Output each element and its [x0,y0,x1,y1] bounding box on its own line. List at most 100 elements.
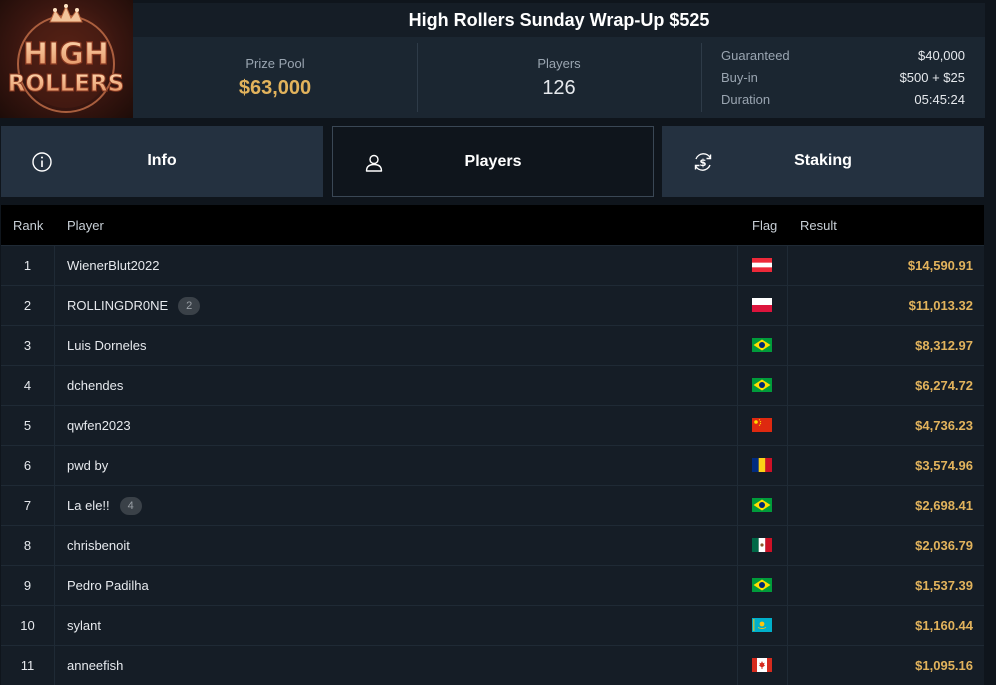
cell-divider [737,406,738,445]
player-cell[interactable]: ROLLINGDR0NE 2 [67,286,201,325]
player-name[interactable]: ROLLINGDR0NE [67,286,168,325]
cell-divider [54,366,55,405]
logo-text-rollers: ROLLERS [8,71,125,97]
col-rank-header[interactable]: Rank [13,218,43,233]
romania-flag-icon [752,458,772,472]
cell-divider [787,246,788,285]
player-cell[interactable]: Luis Dorneles [67,326,147,365]
tab-players[interactable]: Players [332,126,654,197]
tournament-header: HIGH ROLLERS High Rollers Sunday Wrap-Up… [0,0,996,118]
result-cell: $1,095.16 [915,658,973,673]
col-result-header[interactable]: Result [800,218,837,233]
cell-divider [737,606,738,645]
player-cell[interactable]: chrisbenoit [67,526,130,565]
buyin-row: Buy-in $500 + $25 [721,70,965,92]
buyin-value: $500 + $25 [899,70,965,85]
cell-divider [737,646,738,685]
result-cell: $6,274.72 [915,378,973,393]
player-name[interactable]: dchendes [67,366,123,405]
rank-cell: 10 [20,618,35,633]
brazil-flag-icon [752,338,772,352]
table-row[interactable]: 11 anneefish $1,095.16 [1,645,984,685]
cell-divider [54,406,55,445]
tab-info-label: Info [147,152,177,169]
player-cell[interactable]: WienerBlut2022 [67,246,160,285]
player-name[interactable]: Luis Dorneles [67,326,147,365]
result-cell: $2,036.79 [915,538,973,553]
cell-divider [54,486,55,525]
player-cell[interactable]: Pedro Padilha [67,566,149,605]
high-rollers-logo: HIGH ROLLERS [0,0,133,118]
cell-divider [54,326,55,365]
austria-flag-icon [752,258,772,272]
table-row[interactable]: 10 sylant $1,160.44 [1,605,984,645]
cell-divider [787,646,788,685]
stats-divider [701,43,702,112]
cell-divider [54,246,55,285]
player-name[interactable]: sylant [67,606,101,645]
rank-cell: 8 [23,538,32,553]
result-cell: $14,590.91 [907,258,973,273]
player-name[interactable]: anneefish [67,646,123,685]
tab-staking-label: Staking [794,152,852,169]
player-name[interactable]: qwfen2023 [67,406,131,445]
prize-pool-stat: Prize Pool $63,000 [133,37,417,118]
cell-divider [54,646,55,685]
prize-pool-label: Prize Pool [245,56,305,71]
player-name[interactable]: WienerBlut2022 [67,246,160,285]
rank-cell: 9 [23,578,32,593]
col-player-header[interactable]: Player [67,218,104,233]
table-row[interactable]: 7 La ele!! 4 $2,698.41 [1,485,984,525]
player-cell[interactable]: qwfen2023 [67,406,131,445]
cell-divider [787,526,788,565]
kazakhstan-flag-icon [752,618,772,632]
table-row[interactable]: 9 Pedro Padilha $1,537.39 [1,565,984,605]
table-row[interactable]: 1 WienerBlut2022 $14,590.91 [1,245,984,285]
cell-divider [787,286,788,325]
table-body: 1 WienerBlut2022 $14,590.91 2 ROLLINGDR0NE 2 $… [1,245,984,685]
table-row[interactable]: 4 dchendes $6,274.72 [1,365,984,405]
result-cell: $3,574.96 [915,458,973,473]
brazil-flag-icon [752,378,772,392]
rank-cell: 3 [23,338,32,353]
table-row[interactable]: 3 Luis Dorneles $8,312.97 [1,325,984,365]
rank-cell: 2 [23,298,32,313]
player-cell[interactable]: sylant [67,606,101,645]
tab-staking[interactable]: $ Staking [662,126,984,197]
result-cell: $11,013.32 [908,298,973,313]
col-flag-header[interactable]: Flag [752,218,777,233]
cell-divider [737,286,738,325]
cell-divider [54,286,55,325]
table-row[interactable]: 5 qwfen2023 $4,736.23 [1,405,984,445]
tournament-title: High Rollers Sunday Wrap-Up $525 [133,3,985,37]
player-cell[interactable]: anneefish [67,646,123,685]
cell-divider [737,246,738,285]
cell-divider [737,446,738,485]
mexico-flag-icon [752,538,772,552]
cell-divider [54,566,55,605]
table-row[interactable]: 6 pwd by $3,574.96 [1,445,984,485]
cell-divider [737,566,738,605]
player-name[interactable]: Pedro Padilha [67,566,149,605]
cell-divider [737,366,738,405]
tab-players-label: Players [464,153,522,170]
player-name[interactable]: La ele!! [67,486,110,525]
duration-value: 05:45:24 [914,92,965,107]
cell-divider [787,446,788,485]
table-row[interactable]: 2 ROLLINGDR0NE 2 $11,013.32 [1,285,984,325]
result-cell: $8,312.97 [915,338,973,353]
player-cell[interactable]: dchendes [67,366,123,405]
player-cell[interactable]: La ele!! 4 [67,486,142,525]
poland-flag-icon [752,298,772,312]
result-cell: $2,698.41 [915,498,973,513]
cell-divider [737,326,738,365]
guaranteed-label: Guaranteed [721,48,790,63]
table-row[interactable]: 8 chrisbenoit $2,036.79 [1,525,984,565]
rank-cell: 7 [23,498,32,513]
tab-info[interactable]: Info [1,126,323,197]
guaranteed-row: Guaranteed $40,000 [721,48,965,70]
player-cell[interactable]: pwd by [67,446,108,485]
guaranteed-value: $40,000 [918,48,965,63]
player-name[interactable]: pwd by [67,446,108,485]
player-name[interactable]: chrisbenoit [67,526,130,565]
